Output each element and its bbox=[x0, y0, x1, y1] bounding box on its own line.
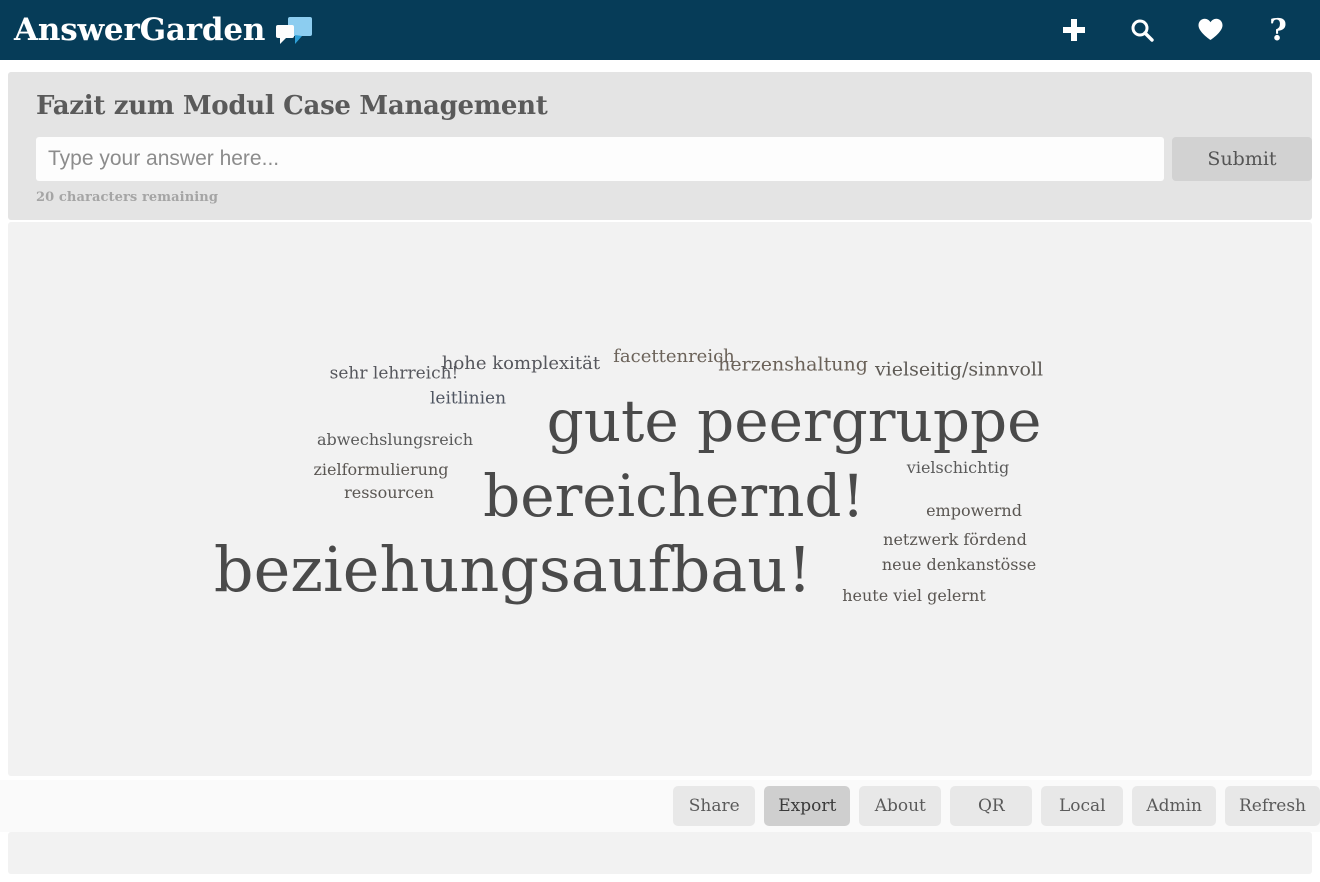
question-panel: Fazit zum Modul Case Management Submit 2… bbox=[8, 72, 1312, 220]
cloud-word[interactable]: vielschichtig bbox=[907, 460, 1009, 476]
cloud-word[interactable]: hohe komplexität bbox=[442, 355, 600, 373]
footer-button-qr[interactable]: QR bbox=[950, 786, 1033, 826]
cloud-word[interactable]: ressourcen bbox=[344, 485, 434, 501]
cloud-word[interactable]: netzwerk fördend bbox=[883, 532, 1027, 548]
speech-bubbles-icon bbox=[275, 16, 313, 48]
cloud-word[interactable]: neue denkanstösse bbox=[882, 557, 1036, 573]
cloud-word[interactable]: abwechslungsreich bbox=[317, 432, 473, 448]
svg-text:?: ? bbox=[1269, 16, 1287, 44]
cloud-word[interactable]: gute peergruppe bbox=[547, 392, 1042, 450]
characters-remaining-label: 20 characters remaining bbox=[36, 189, 219, 205]
help-icon[interactable]: ? bbox=[1262, 14, 1294, 46]
brand-name: AnswerGarden bbox=[14, 11, 266, 48]
footer-button-share[interactable]: Share bbox=[673, 786, 756, 826]
footer-toolbar: Share Export About QR Local Admin Refresh bbox=[0, 780, 1320, 832]
footer-button-export[interactable]: Export bbox=[764, 786, 851, 826]
answer-cloud-panel: beziehungsaufbau! gute peergruppe bereiche… bbox=[8, 222, 1312, 776]
cloud-word[interactable]: beziehungsaufbau! bbox=[214, 539, 812, 601]
submit-button[interactable]: Submit bbox=[1172, 136, 1312, 181]
cloud-word[interactable]: facettenreich bbox=[613, 348, 735, 366]
cloud-word[interactable]: vielseitig/sinnvoll bbox=[875, 360, 1043, 380]
plus-icon[interactable] bbox=[1058, 14, 1090, 46]
app-header: AnswerGarden ? bbox=[0, 0, 1320, 60]
footer-button-local[interactable]: Local bbox=[1041, 786, 1124, 826]
cloud-word[interactable]: bereichernd! bbox=[483, 467, 865, 525]
footer-button-refresh[interactable]: Refresh bbox=[1224, 786, 1320, 826]
cloud-word[interactable]: herzenshaltung bbox=[718, 355, 868, 375]
header-icon-group: ? bbox=[1058, 14, 1294, 46]
answer-input[interactable] bbox=[36, 136, 1164, 181]
footer-button-group: Share Export About QR Local Admin Refresh bbox=[673, 786, 1320, 826]
cloud-word[interactable]: sehr lehrreich! bbox=[330, 365, 459, 383]
cloud-word[interactable]: zielformulierung bbox=[313, 462, 448, 478]
bottom-strip bbox=[8, 832, 1312, 874]
answer-row: Submit bbox=[36, 136, 1312, 181]
page-title: Fazit zum Modul Case Management bbox=[36, 91, 548, 121]
brand[interactable]: AnswerGarden bbox=[14, 14, 313, 46]
search-icon[interactable] bbox=[1126, 14, 1158, 46]
cloud-word[interactable]: leitlinien bbox=[430, 390, 506, 408]
footer-button-about[interactable]: About bbox=[859, 786, 942, 826]
cloud-word[interactable]: heute viel gelernt bbox=[842, 588, 986, 604]
cloud-word[interactable]: empowernd bbox=[926, 503, 1022, 519]
heart-icon[interactable] bbox=[1194, 14, 1226, 46]
footer-button-admin[interactable]: Admin bbox=[1132, 786, 1216, 826]
word-cloud: beziehungsaufbau! gute peergruppe bereiche… bbox=[8, 222, 1312, 776]
